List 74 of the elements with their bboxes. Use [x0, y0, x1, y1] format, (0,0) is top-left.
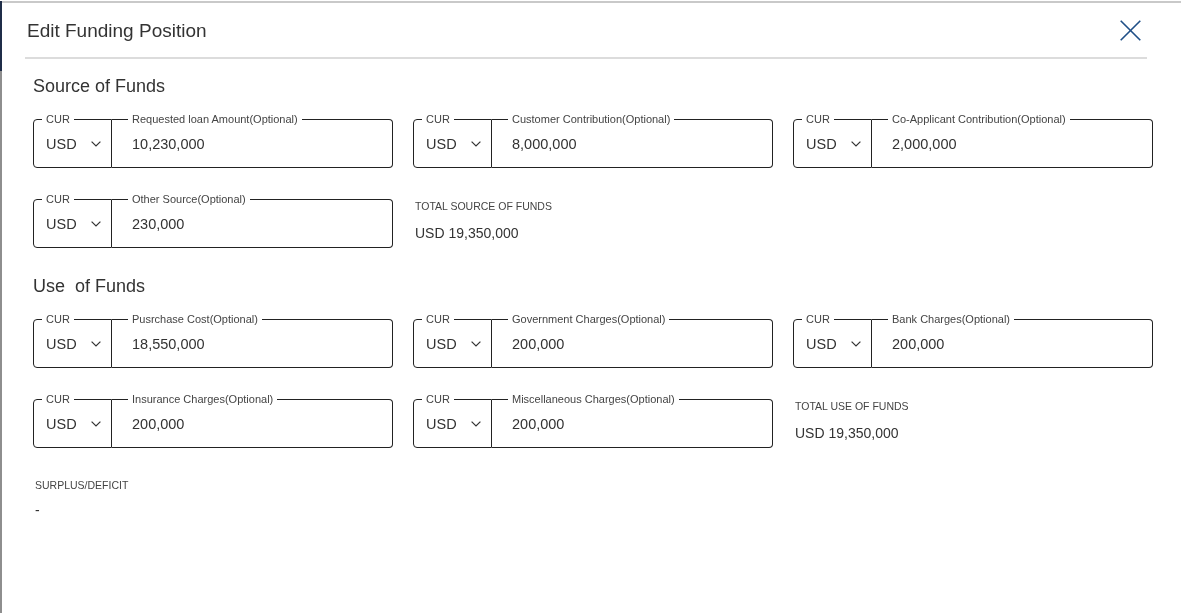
- currency-select[interactable]: CUR USD: [793, 113, 872, 168]
- section-heading: Use of Funds: [33, 275, 146, 297]
- caret-icon: [90, 341, 101, 347]
- field-label: Pusrchase Cost(Optional): [131, 313, 259, 325]
- amount-value: 200,000: [512, 335, 565, 353]
- field-label: Miscellaneous Charges(Optional): [511, 393, 676, 405]
- amount-value: 200,000: [512, 415, 565, 433]
- field-label: CUR: [45, 393, 71, 405]
- total-value: USD 19,350,000: [795, 424, 899, 442]
- field-label: CUR: [45, 193, 71, 205]
- field-label: Customer Contribution(Optional): [511, 113, 672, 125]
- currency-select[interactable]: CUR USD: [33, 193, 112, 248]
- selected-currency: USD: [806, 335, 837, 353]
- amount-field[interactable]: Miscellaneous Charges(Optional) 200,000: [492, 393, 773, 448]
- currency-select[interactable]: CUR USD: [33, 113, 112, 168]
- amount-value: 8,000,000: [512, 135, 577, 153]
- field-label: CUR: [425, 313, 451, 325]
- amount-value: 18,550,000: [132, 335, 205, 353]
- section-heading: Source of Funds: [33, 75, 166, 97]
- amount-field[interactable]: Customer Contribution(Optional) 8,000,000: [492, 113, 773, 168]
- close-icon: [1119, 19, 1141, 41]
- field-label: Other Source(Optional): [131, 193, 247, 205]
- currency-select[interactable]: CUR USD: [33, 313, 112, 368]
- field-label: Insurance Charges(Optional): [131, 393, 275, 405]
- selected-currency: USD: [46, 415, 77, 433]
- summary-label: SURPLUS/DEFICIT: [35, 479, 129, 492]
- close-button[interactable]: [1119, 19, 1141, 41]
- amount-field[interactable]: Requested loan Amount(Optional) 10,230,000: [112, 113, 393, 168]
- amount-field[interactable]: Insurance Charges(Optional) 200,000: [112, 393, 393, 448]
- selected-currency: USD: [806, 135, 837, 153]
- field-label: CUR: [425, 113, 451, 125]
- amount-field[interactable]: Other Source(Optional) 230,000: [112, 193, 393, 248]
- currency-select[interactable]: CUR USD: [793, 313, 872, 368]
- caret-icon: [470, 141, 481, 147]
- amount-value: 230,000: [132, 215, 185, 233]
- field-label: CUR: [805, 313, 831, 325]
- field-label: Bank Charges(Optional): [891, 313, 1011, 325]
- field-label: CUR: [425, 393, 451, 405]
- caret-icon: [90, 221, 101, 227]
- amount-field[interactable]: Government Charges(Optional) 200,000: [492, 313, 773, 368]
- amount-field[interactable]: Bank Charges(Optional) 200,000: [872, 313, 1153, 368]
- selected-currency: USD: [46, 215, 77, 233]
- amount-field[interactable]: Co-Applicant Contribution(Optional) 2,000,000: [872, 113, 1153, 168]
- amount-value: 200,000: [892, 335, 945, 353]
- field-label: Co-Applicant Contribution(Optional): [891, 113, 1067, 125]
- caret-icon: [850, 141, 861, 147]
- caret-icon: [850, 341, 861, 347]
- total-label: TOTAL USE OF FUNDS: [795, 400, 909, 413]
- summary-value: -: [35, 501, 40, 519]
- field-label: CUR: [45, 113, 71, 125]
- field-label: CUR: [805, 113, 831, 125]
- field-label: CUR: [45, 313, 71, 325]
- caret-icon: [470, 421, 481, 427]
- field-label: Requested loan Amount(Optional): [131, 113, 299, 125]
- amount-value: 10,230,000: [132, 135, 205, 153]
- selected-currency: USD: [426, 335, 457, 353]
- amount-value: 2,000,000: [892, 135, 957, 153]
- total-value: USD 19,350,000: [415, 224, 519, 242]
- caret-icon: [470, 341, 481, 347]
- field-label: Government Charges(Optional): [511, 313, 667, 325]
- amount-field[interactable]: Pusrchase Cost(Optional) 18,550,000: [112, 313, 393, 368]
- selected-currency: USD: [426, 135, 457, 153]
- amount-value: 200,000: [132, 415, 185, 433]
- selected-currency: USD: [46, 335, 77, 353]
- caret-icon: [90, 421, 101, 427]
- currency-select[interactable]: CUR USD: [413, 313, 492, 368]
- selected-currency: USD: [46, 135, 77, 153]
- dialog-title: Edit Funding Position: [27, 18, 207, 42]
- currency-select[interactable]: CUR USD: [33, 393, 112, 448]
- selected-currency: USD: [426, 415, 457, 433]
- total-label: TOTAL SOURCE OF FUNDS: [415, 200, 552, 213]
- caret-icon: [90, 141, 101, 147]
- currency-select[interactable]: CUR USD: [413, 393, 492, 448]
- currency-select[interactable]: CUR USD: [413, 113, 492, 168]
